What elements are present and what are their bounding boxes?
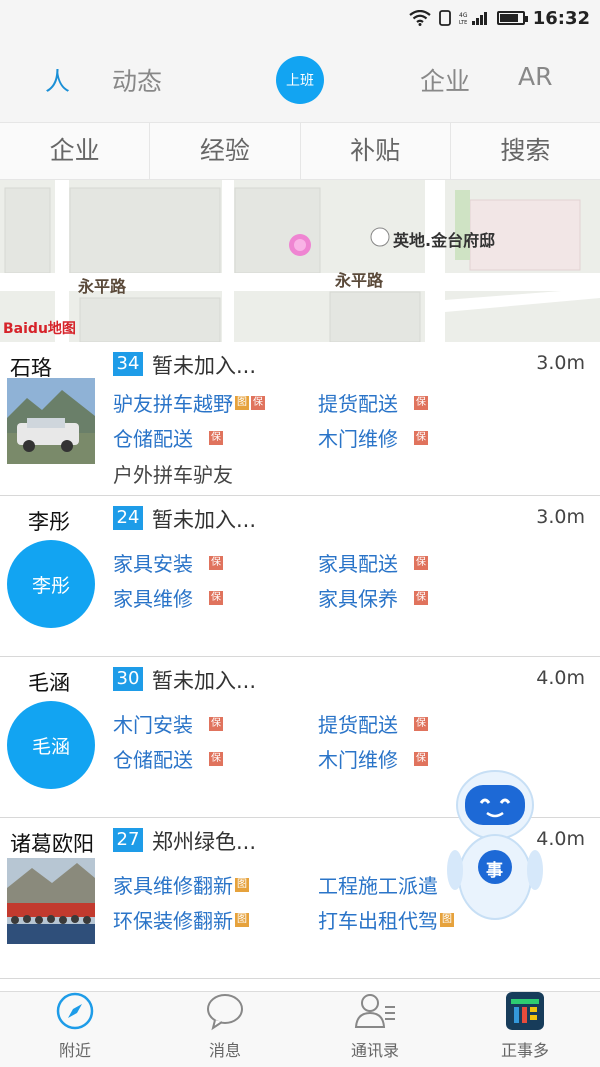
tab-enterprise[interactable]: 企业 (420, 62, 470, 98)
company-name: 暂未加入... (152, 669, 257, 693)
tab-nearby[interactable]: 附近 (0, 992, 150, 1067)
service-link[interactable]: 提货配送保 (318, 709, 428, 738)
tab-people[interactable]: 人 (45, 62, 70, 98)
service-text: 户外拼车驴友 (113, 463, 233, 487)
top-nav: 人 动态 上班 企业 AR (0, 36, 600, 122)
insured-tag: 保 (414, 590, 428, 605)
insured-tag: 保 (251, 395, 265, 410)
tab-ar[interactable]: AR (518, 62, 552, 91)
insured-tag: 保 (414, 751, 428, 766)
tab-messages[interactable]: 消息 (150, 992, 300, 1067)
clock-in-button[interactable]: 上班 (276, 56, 324, 104)
service-link[interactable]: 打车出租代驾图 (318, 905, 454, 934)
service-link[interactable]: 家具保养保 (318, 583, 428, 612)
company-name: 暂未加入... (152, 508, 257, 532)
baidu-logo: Baidu地图 (3, 321, 76, 337)
subtab-search[interactable]: 搜索 (451, 123, 600, 179)
service-link[interactable]: 驴友拼车越野图保 (113, 388, 265, 417)
tab-zhengshiduo[interactable]: 正事多 (450, 992, 600, 1067)
age-badge: 27 (113, 828, 143, 852)
user-photo[interactable] (7, 378, 95, 464)
company-name: 郑州绿色... (152, 830, 257, 854)
tab-moments[interactable]: 动态 (112, 62, 162, 98)
service-link[interactable]: 木门维修保 (318, 423, 428, 452)
service-link[interactable]: 仓储配送保 (113, 423, 223, 452)
image-tag: 图 (235, 912, 249, 927)
service-link[interactable]: 木门维修保 (318, 744, 428, 773)
age-badge: 34 (113, 352, 143, 376)
service-link[interactable]: 木门安装保 (113, 709, 223, 738)
wifi-icon (409, 10, 431, 26)
age-badge: 24 (113, 506, 143, 530)
user-name: 李彤 (28, 510, 70, 534)
service-link[interactable]: 家具维修保 (113, 583, 223, 612)
subtab-experience[interactable]: 经验 (150, 123, 301, 179)
service-link[interactable]: 工程施工派遣 (318, 870, 438, 899)
avatar[interactable]: 毛涵 (7, 701, 95, 789)
age-badge: 30 (113, 667, 143, 691)
list-item[interactable]: 李彤 李彤 24 暂未加入... 3.0m 家具安装保 家具配送保 家具维修保 … (0, 496, 600, 657)
distance: 4.0m (536, 667, 585, 689)
bottom-tab-bar: 附近 消息 通讯录 正事多 (0, 991, 600, 1067)
service-link[interactable]: 家具配送保 (318, 548, 428, 577)
svg-text:LTE: LTE (459, 20, 467, 26)
svg-text:4G: 4G (459, 12, 468, 19)
sub-tabs: 企业 经验 补贴 搜索 (0, 122, 600, 180)
status-bar: 4G LTE 16:32 (0, 0, 600, 36)
image-tag: 图 (235, 395, 249, 410)
insured-tag: 保 (209, 555, 223, 570)
distance: 3.0m (536, 352, 585, 374)
phone-icon (438, 10, 451, 26)
company-name: 暂未加入... (152, 354, 257, 378)
insured-tag: 保 (209, 751, 223, 766)
insured-tag: 保 (209, 716, 223, 731)
poi-label: 英地.金台府邸 (393, 231, 496, 250)
tab-contacts[interactable]: 通讯录 (300, 992, 450, 1067)
clock: 16:32 (532, 7, 590, 29)
map-background (0, 180, 600, 342)
subtab-subsidy[interactable]: 补贴 (301, 123, 451, 179)
user-name: 毛涵 (28, 671, 70, 695)
subtab-enterprise[interactable]: 企业 (0, 123, 151, 179)
compass-icon (55, 991, 95, 1035)
service-link[interactable]: 提货配送保 (318, 388, 428, 417)
service-link[interactable]: 环保装修翻新图 (113, 905, 249, 934)
list-item[interactable]: 石珞 34 暂未加入... 3.0m 驴友拼车越野图保 提货配送保 仓储配送保 … (0, 342, 600, 496)
service-link[interactable]: 家具安装保 (113, 548, 223, 577)
user-name: 诸葛欧阳 (10, 832, 94, 856)
robot-badge: 事 (486, 861, 503, 881)
insured-tag: 保 (414, 430, 428, 445)
insured-tag: 保 (414, 716, 428, 731)
service-link[interactable]: 家具维修翻新图 (113, 870, 249, 899)
insured-tag: 保 (414, 555, 428, 570)
distance: 3.0m (536, 506, 585, 528)
contacts-icon (353, 991, 397, 1035)
insured-tag: 保 (209, 430, 223, 445)
battery-icon (496, 11, 528, 25)
image-tag: 图 (235, 877, 249, 892)
battery-level (499, 14, 519, 22)
service-link[interactable]: 仓储配送保 (113, 744, 223, 773)
app-logo-icon (505, 991, 545, 1035)
insured-tag: 保 (414, 395, 428, 410)
chat-bubble-icon (205, 991, 245, 1035)
robot-assistant-button[interactable]: 事 (443, 765, 548, 925)
road-label: 永平路 (335, 271, 384, 290)
avatar[interactable]: 李彤 (7, 540, 95, 628)
signal-icon: 4G LTE (459, 10, 489, 26)
road-label: 永平路 (78, 277, 127, 296)
map-view[interactable]: 永平路 永平路 英地.金台府邸 Baidu地图 (0, 180, 600, 342)
insured-tag: 保 (209, 590, 223, 605)
user-photo[interactable] (7, 858, 95, 944)
